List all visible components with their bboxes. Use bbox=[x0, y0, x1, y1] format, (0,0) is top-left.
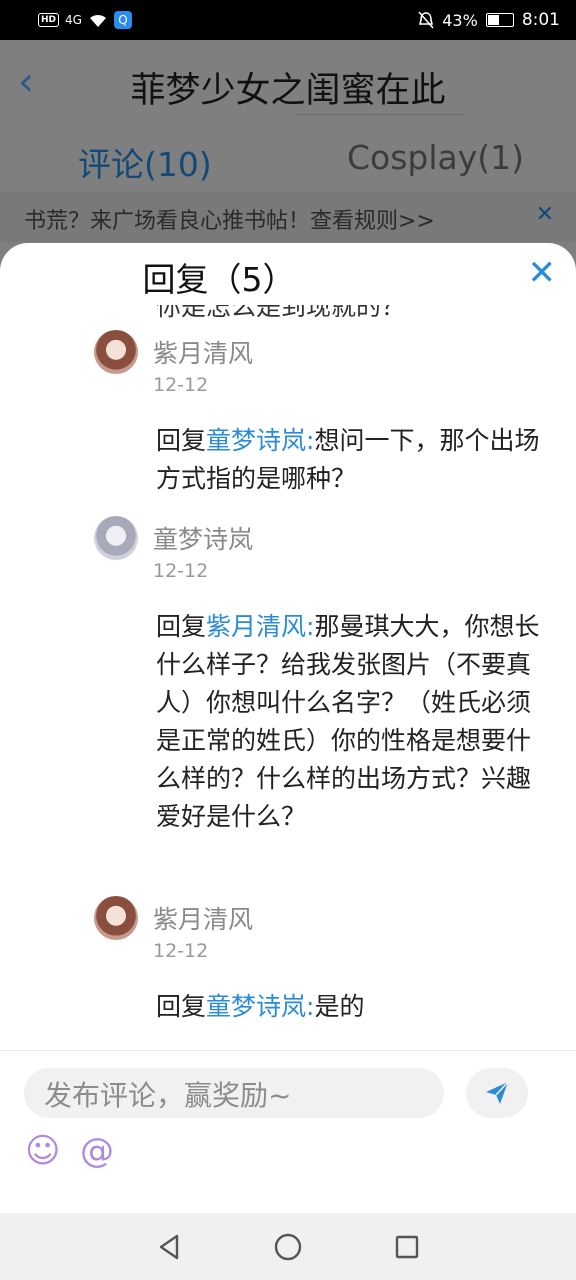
send-button[interactable] bbox=[466, 1068, 528, 1118]
battery-percent: 43% bbox=[442, 10, 478, 30]
reply-date: 12-12 bbox=[153, 560, 209, 582]
reply-date: 12-12 bbox=[153, 374, 209, 396]
reply-sheet: 回复（5） ✕ 你是怎么是到现就的？ 紫月清风 12-12 回复童梦诗岚:想问一… bbox=[0, 243, 576, 1213]
system-nav-bar bbox=[0, 1213, 576, 1280]
reply-text: 那曼琪大大，你想长什么样子？给我发张图片（不要真人）你想叫什么名字？（姓氏必须是… bbox=[156, 612, 540, 831]
emoji-icon[interactable]: ☺ bbox=[25, 1131, 60, 1171]
sheet-title: 回复（5） bbox=[142, 260, 296, 299]
battery-icon bbox=[485, 13, 514, 27]
cut-off-text: 你是怎么是到现就的？ bbox=[156, 305, 407, 321]
tab-comments[interactable]: 评论(10) bbox=[78, 138, 212, 186]
reply-username[interactable]: 紫月清风 bbox=[153, 900, 253, 936]
reply-mention[interactable]: 紫月清风: bbox=[206, 612, 314, 641]
notice-close-icon[interactable]: ✕ bbox=[536, 202, 554, 227]
reply-username[interactable]: 童梦诗岚 bbox=[153, 520, 253, 556]
at-icon[interactable]: @ bbox=[80, 1131, 114, 1171]
tab-bar: 评论(10) Cosplay(1) bbox=[0, 128, 576, 192]
title-divider bbox=[296, 114, 466, 115]
reply-prefix: 回复 bbox=[156, 426, 207, 455]
wifi-icon bbox=[89, 14, 106, 27]
signal-icon: 4G bbox=[65, 13, 82, 27]
avatar[interactable] bbox=[94, 330, 138, 374]
reply-content[interactable]: 回复童梦诗岚:想问一下，那个出场方式指的是哪种？ bbox=[156, 422, 548, 498]
comment-composer: 发布评论，赢奖励~ ☺ @ bbox=[0, 1050, 576, 1213]
reply-content[interactable]: 回复紫月清风:那曼琪大大，你想长什么样子？给我发张图片（不要真人）你想叫什么名字… bbox=[156, 608, 548, 836]
hd-icon: HD bbox=[38, 13, 60, 27]
app-notification-icon: Q bbox=[113, 11, 132, 29]
reply-mention[interactable]: 童梦诗岚: bbox=[206, 992, 314, 1021]
comment-input[interactable]: 发布评论，赢奖励~ bbox=[24, 1068, 444, 1118]
top-bar: ‹ 菲梦少女之闺蜜在此 bbox=[0, 40, 576, 128]
send-icon bbox=[486, 1081, 509, 1104]
reply-date: 12-12 bbox=[153, 940, 209, 962]
reply-list[interactable]: 你是怎么是到现就的？ 紫月清风 12-12 回复童梦诗岚:想问一下，那个出场方式… bbox=[0, 305, 576, 1050]
avatar[interactable] bbox=[94, 896, 138, 940]
reply-prefix: 回复 bbox=[156, 612, 207, 641]
clock: 8:01 bbox=[521, 10, 560, 30]
avatar[interactable] bbox=[94, 516, 138, 560]
nav-home-icon[interactable] bbox=[273, 1232, 303, 1262]
status-bar: HD 4G Q 43% 8:01 bbox=[0, 0, 576, 40]
notice-text[interactable]: 书荒？来广场看良心推书帖！查看规则>> bbox=[24, 203, 435, 235]
mute-bell-icon bbox=[418, 11, 434, 29]
reply-username[interactable]: 紫月清风 bbox=[153, 334, 253, 370]
reply-content[interactable]: 回复童梦诗岚:是的 bbox=[156, 988, 548, 1026]
reply-mention[interactable]: 童梦诗岚: bbox=[206, 426, 314, 455]
nav-back-icon[interactable] bbox=[154, 1232, 184, 1262]
reply-text: 是的 bbox=[314, 992, 365, 1021]
page-title: 菲梦少女之闺蜜在此 bbox=[130, 71, 446, 111]
reply-prefix: 回复 bbox=[156, 992, 207, 1021]
nav-recents-icon[interactable] bbox=[392, 1232, 422, 1262]
tab-cosplay[interactable]: Cosplay(1) bbox=[347, 138, 524, 177]
notice-banner[interactable]: 书荒？来广场看良心推书帖！查看规则>> ✕ bbox=[0, 192, 576, 242]
close-icon[interactable]: ✕ bbox=[528, 255, 557, 291]
